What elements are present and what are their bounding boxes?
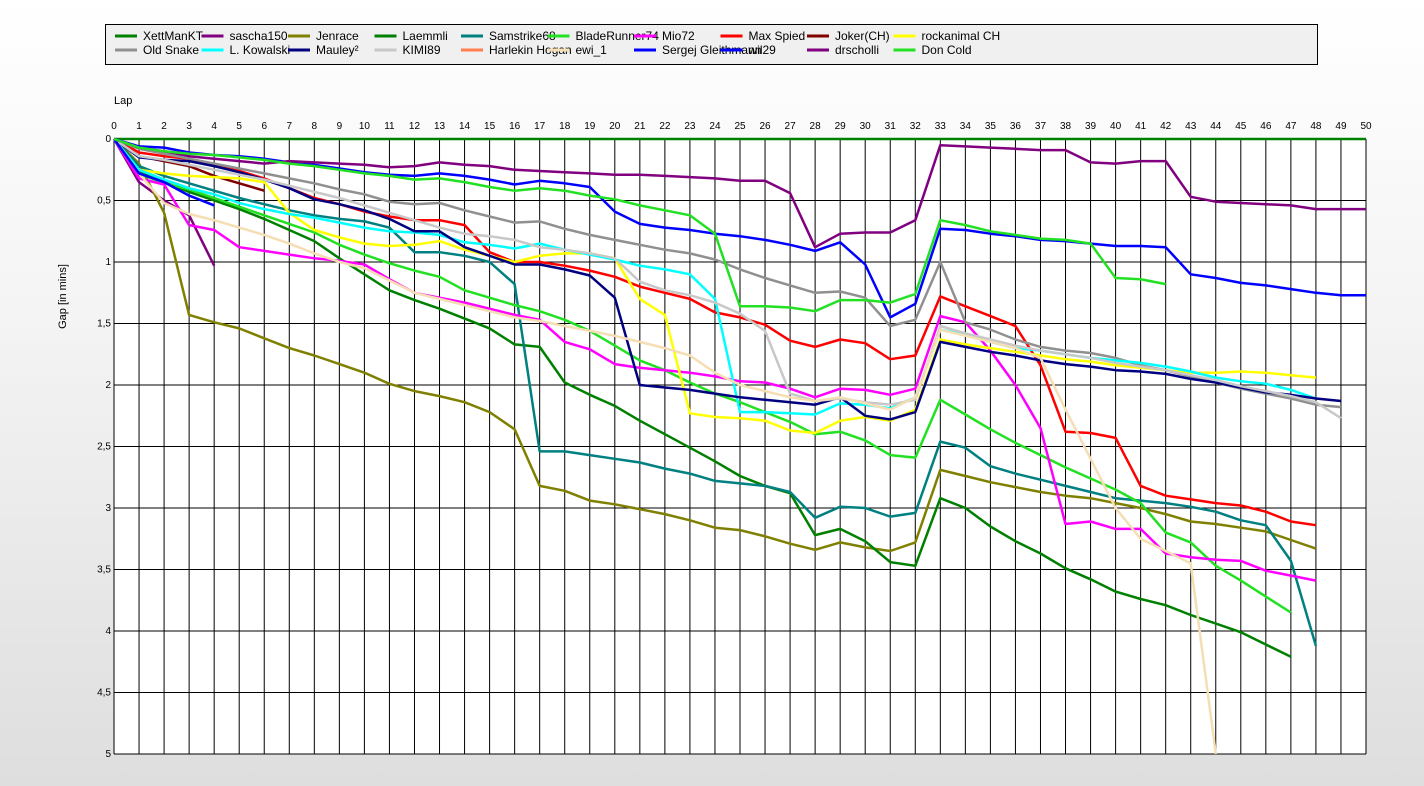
x-tick-label: 47 — [1285, 121, 1297, 132]
x-tick-label: 50 — [1360, 121, 1372, 132]
x-tick-label: 12 — [409, 121, 421, 132]
x-tick-label: 14 — [459, 121, 471, 132]
y-tick-label: 5 — [105, 749, 111, 760]
x-tick-label: 49 — [1335, 121, 1347, 132]
x-tick-label: 36 — [1010, 121, 1022, 132]
legend-label: ewi_1 — [576, 43, 608, 57]
x-tick-label: 17 — [534, 121, 546, 132]
x-tick-label: 40 — [1110, 121, 1122, 132]
x-tick-label: 20 — [609, 121, 621, 132]
legend-label: sascha150 — [230, 29, 288, 43]
y-tick-label: 0,5 — [97, 196, 111, 207]
legend-label: L. Kowalski — [230, 43, 291, 57]
legend-label: rockanimal CH — [922, 29, 1001, 43]
x-tick-label: 18 — [559, 121, 571, 132]
legend-label: wil29 — [748, 43, 777, 57]
y-tick-label: 1 — [105, 257, 111, 268]
x-tick-label: 37 — [1035, 121, 1047, 132]
chart-stage: 0 1 2 3 4 5 6 7 8 9 10 11 12 13 14 15 16 17 18 19 20 21 22 23 24… — [0, 0, 1424, 786]
x-tick-label: 35 — [985, 121, 997, 132]
x-tick-label: 9 — [337, 121, 343, 132]
x-tick-label: 5 — [236, 121, 242, 132]
legend-label: Max Spied — [749, 29, 806, 43]
x-tick-label: 45 — [1235, 121, 1247, 132]
x-tick-label: 7 — [286, 121, 292, 132]
legend-label: Laemmli — [403, 29, 448, 43]
x-tick-label: 25 — [734, 121, 746, 132]
x-tick-label: 41 — [1135, 121, 1147, 132]
x-tick-label: 30 — [860, 121, 872, 132]
x-tick-label: 32 — [910, 121, 922, 132]
x-tick-label: 28 — [810, 121, 822, 132]
legend-label: KIMI89 — [403, 43, 441, 57]
x-tick-label: 48 — [1310, 121, 1322, 132]
y-axis-title: Gap [in mins] — [57, 264, 69, 329]
y-tick-label: 4 — [105, 626, 111, 637]
x-tick-label: 8 — [312, 121, 318, 132]
x-tick-label: 33 — [935, 121, 947, 132]
legend-label: Old Snake — [143, 43, 199, 57]
legend-label: Jenrace — [316, 29, 359, 43]
x-tick-label: 43 — [1185, 121, 1197, 132]
x-tick-label: 22 — [659, 121, 671, 132]
x-tick-label: 34 — [960, 121, 972, 132]
x-tick-label: 3 — [186, 121, 192, 132]
legend-label: drscholli — [835, 43, 879, 57]
x-tick-label: 27 — [785, 121, 797, 132]
x-tick-label: 29 — [835, 121, 847, 132]
x-tick-label: 15 — [484, 121, 496, 132]
x-tick-label: 23 — [684, 121, 696, 132]
y-tick-label: 4,5 — [97, 688, 111, 699]
x-tick-label: 13 — [434, 121, 446, 132]
x-tick-label: 26 — [759, 121, 771, 132]
x-tick-label: 42 — [1160, 121, 1172, 132]
x-tick-label: 4 — [211, 121, 217, 132]
legend-label: Mauley² — [316, 43, 359, 57]
legend-label: Joker(CH) — [835, 29, 890, 43]
legend-label: Samstrike68 — [489, 29, 556, 43]
x-tick-label: 38 — [1060, 121, 1072, 132]
legend-label: Don Cold — [922, 43, 972, 57]
y-tick-label: 2,5 — [97, 442, 111, 453]
legend-label: Sergej Gleithmann — [662, 43, 761, 57]
x-tick-label: 10 — [359, 121, 371, 132]
x-tick-label: 44 — [1210, 121, 1222, 132]
x-tick-label: 1 — [136, 121, 142, 132]
y-tick-label: 0 — [105, 134, 111, 145]
x-tick-label: 24 — [709, 121, 721, 132]
x-tick-label: 19 — [584, 121, 596, 132]
x-tick-label: 11 — [384, 121, 395, 132]
x-tick-label: 39 — [1085, 121, 1097, 132]
y-tick-label: 2 — [105, 380, 111, 391]
gap-chart: 0 1 2 3 4 5 6 7 8 9 10 11 12 13 14 15 16 17 18 19 20 21 22 23 24… — [57, 24, 1372, 760]
x-axis-title: Lap — [114, 95, 132, 107]
x-tick-label: 0 — [111, 121, 117, 132]
x-tick-label: 16 — [509, 121, 521, 132]
legend-label: XettManKT — [143, 29, 204, 43]
y-tick-label: 3 — [105, 503, 111, 514]
y-tick-label: 1,5 — [97, 319, 111, 330]
x-tick-label: 31 — [885, 121, 897, 132]
y-tick-label: 3,5 — [97, 565, 111, 576]
legend-label: Mio72 — [662, 29, 695, 43]
x-tick-label: 6 — [261, 121, 267, 132]
x-tick-label: 46 — [1260, 121, 1272, 132]
x-tick-label: 21 — [634, 121, 646, 132]
x-tick-label: 2 — [161, 121, 167, 132]
